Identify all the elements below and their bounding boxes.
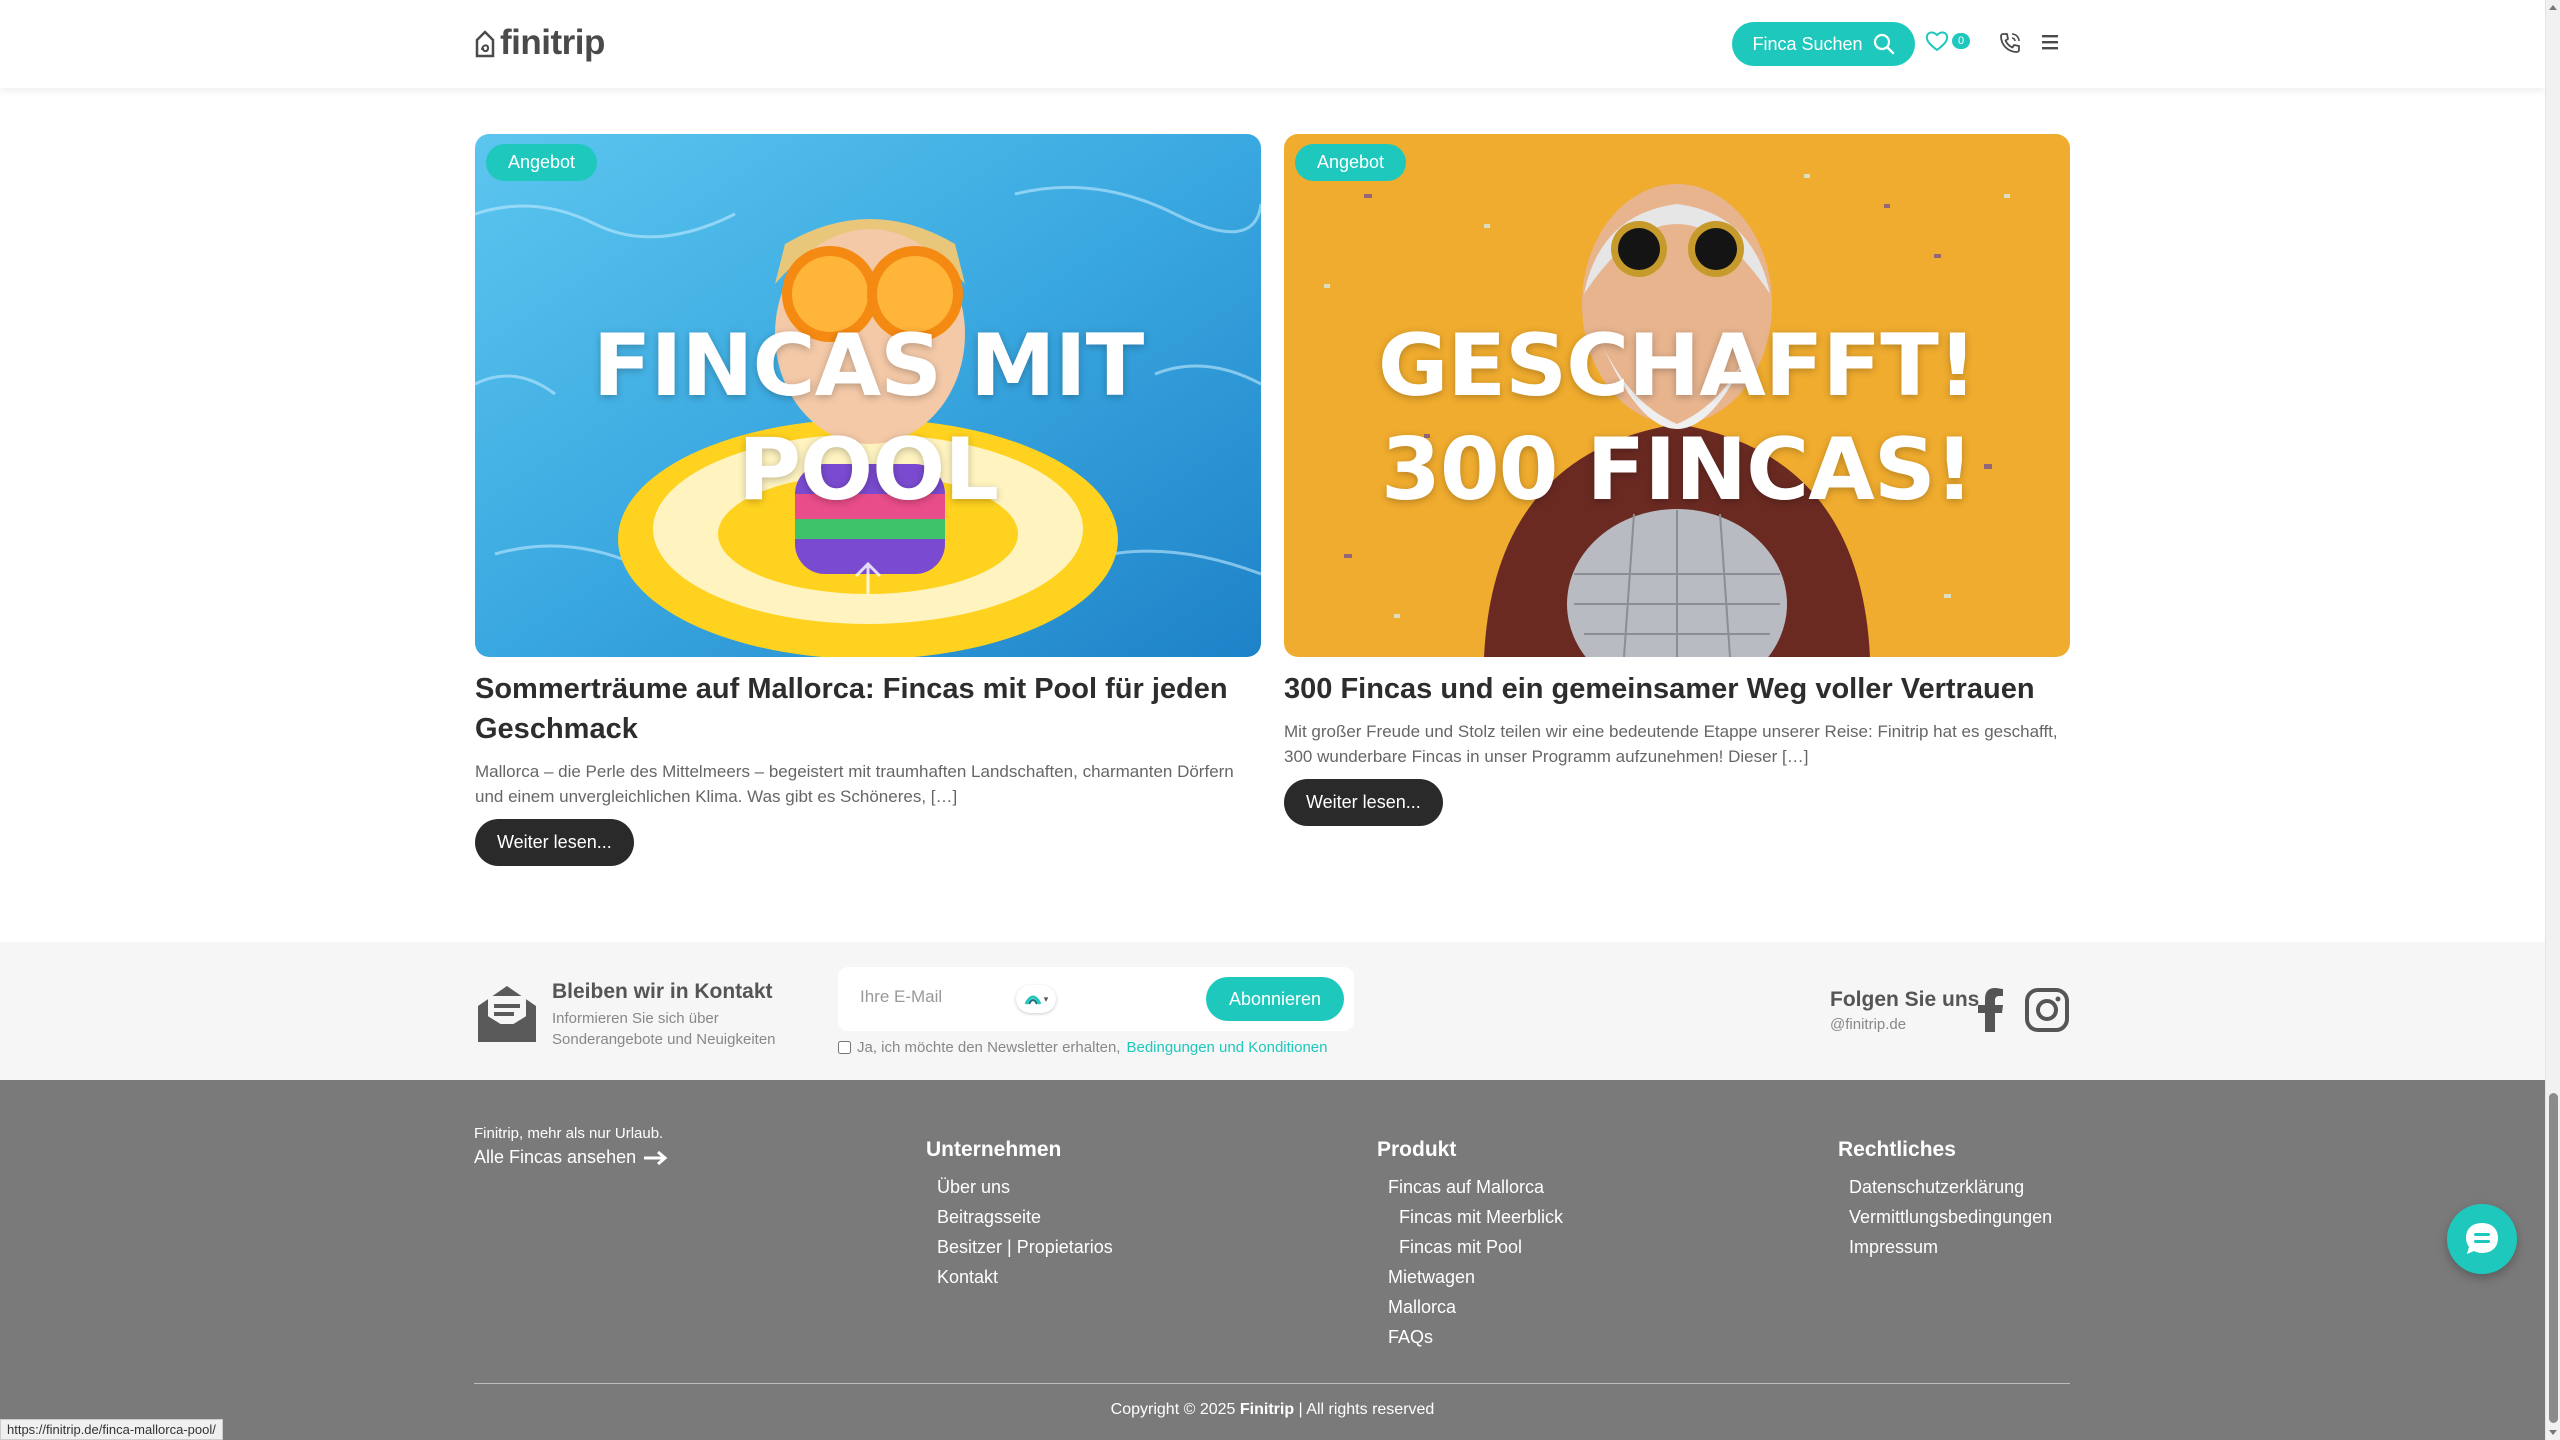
terms-link[interactable]: Bedingungen und Konditionen [1126, 1039, 1327, 1056]
status-bar-url: https://finitrip.de/finca-mallorca-pool/ [0, 1419, 223, 1440]
footer-link[interactable]: Datenschutzerklärung [1849, 1172, 2052, 1202]
footer-link[interactable]: Besitzer | Propietarios [937, 1232, 1113, 1262]
footer-link[interactable]: Kontakt [937, 1262, 1113, 1292]
footer-link[interactable]: Fincas mit Meerblick [1399, 1202, 1563, 1232]
site-footer: Finitrip, mehr als nur Urlaub. Alle Finc… [0, 1080, 2545, 1440]
copyright-brand: Finitrip [1239, 1401, 1295, 1418]
card-excerpt: Mallorca – die Perle des Mittelmeers – b… [475, 762, 1234, 806]
read-more-button[interactable]: Weiter lesen... [1284, 779, 1443, 826]
image-overlay-title-line: POOL [737, 420, 999, 520]
chevron-down-icon: ▾ [1043, 993, 1049, 1004]
card-excerpt: Mit großer Freude und Stolz teilen wir e… [1284, 722, 2058, 766]
logo-text: finitrip [500, 23, 605, 62]
card-title[interactable]: Sommerträume auf Mallorca: Fincas mit Po… [475, 669, 1261, 749]
logo[interactable]: finitrip [474, 22, 605, 64]
newsletter-consent: Ja, ich möchte den Newsletter erhalten, … [838, 1039, 1327, 1056]
newsletter-subtitle: Informieren Sie sich über Sonderangebote… [552, 1010, 776, 1048]
newsletter-title: Bleiben wir in Kontakt [552, 980, 773, 1003]
phone-button[interactable] [1998, 31, 2022, 60]
footer-divider [474, 1383, 2070, 1384]
footer-column-title: Produkt [1377, 1138, 1457, 1161]
logo-house-icon [475, 30, 495, 58]
card-title[interactable]: 300 Fincas und ein gemeinsamer Weg volle… [1284, 669, 2070, 709]
image-overlay-title-line: GESCHAFFT! [1377, 316, 1977, 416]
all-fincas-link[interactable]: Alle Fincas ansehen [474, 1147, 670, 1168]
favorites-count-badge: 0 [1952, 33, 1971, 49]
offer-badge: Angebot [1295, 144, 1407, 181]
card-image[interactable]: Angebot GESCHAFFT! 300 FINCAS! [1284, 134, 2070, 657]
finca-search-label: Finca Suchen [1752, 33, 1863, 54]
image-overlay-title: FINCAS MIT POOL [475, 314, 1261, 522]
finca-search-button[interactable]: Finca Suchen [1732, 22, 1915, 66]
image-overlay-title-line: FINCAS MIT [592, 316, 1145, 416]
scroll-thumb[interactable] [2549, 1093, 2558, 1423]
arrow-right-icon [644, 1150, 668, 1165]
card-image[interactable]: Angebot FINCAS MIT POOL [475, 134, 1261, 657]
captcha-icon [1024, 995, 1042, 1005]
image-overlay-title: GESCHAFFT! 300 FINCAS! [1284, 314, 2070, 522]
scrollbar[interactable] [2545, 0, 2560, 1440]
footer-tagline: Finitrip, mehr als nur Urlaub. [474, 1125, 664, 1142]
phone-icon [2000, 33, 2020, 53]
email-input[interactable]: Ihre E-Mail [860, 987, 942, 1007]
offer-badge: Angebot [486, 144, 598, 181]
captcha-widget[interactable]: ▾ [1016, 985, 1056, 1013]
blog-card: Angebot GESCHAFFT! 300 FINCAS! 300 Finca… [1284, 134, 2070, 826]
footer-column-rechtliches: Rechtliches Datenschutzerklärung Vermitt… [1838, 1138, 2052, 1262]
instagram-icon[interactable] [2025, 988, 2069, 1037]
newsletter-form: Ihre E-Mail ▾ Abonnieren [838, 967, 1354, 1031]
menu-icon [2042, 35, 2058, 50]
consent-checkbox[interactable] [838, 1041, 851, 1054]
footer-link[interactable]: Impressum [1849, 1232, 2052, 1262]
read-more-button[interactable]: Weiter lesen... [475, 819, 634, 866]
social-handle: @finitrip.de [1830, 1016, 1907, 1033]
scroll-up-arrow-icon[interactable] [2549, 5, 2557, 10]
copyright: Copyright © 2025 Finitrip | All rights r… [0, 1401, 2545, 1419]
footer-link[interactable]: Mietwagen [1388, 1262, 1563, 1292]
image-overlay-title-line: 300 FINCAS! [1380, 420, 1974, 520]
all-fincas-label: Alle Fincas ansehen [474, 1147, 637, 1167]
page: finitrip Finca Suchen 0 Angebot FINCAS M… [0, 0, 2545, 1440]
facebook-icon[interactable] [1976, 988, 2006, 1037]
menu-button[interactable] [2041, 33, 2059, 56]
footer-link[interactable]: Über uns [937, 1172, 1113, 1202]
footer-link[interactable]: FAQs [1388, 1322, 1563, 1352]
scroll-down-arrow-icon[interactable] [2549, 1430, 2557, 1435]
newsletter-section: Bleiben wir in Kontakt Informieren Sie s… [0, 942, 2545, 1080]
footer-column-produkt: Produkt Fincas auf Mallorca Fincas mit M… [1377, 1138, 1563, 1352]
chat-bubble-icon [2466, 1223, 2498, 1254]
heart-icon [1925, 31, 1949, 52]
follow-title: Folgen Sie uns [1830, 988, 1980, 1011]
copyright-prefix: Copyright © 2025 [1110, 1401, 1236, 1418]
search-icon [1873, 33, 1894, 55]
footer-link[interactable]: Fincas mit Pool [1399, 1232, 1563, 1262]
blog-card: Angebot FINCAS MIT POOL Sommerträume auf… [475, 134, 1261, 866]
site-header: finitrip Finca Suchen 0 [0, 0, 2545, 88]
subscribe-button[interactable]: Abonnieren [1206, 977, 1344, 1021]
footer-column-title: Unternehmen [926, 1138, 1062, 1161]
footer-link[interactable]: Beitragsseite [937, 1202, 1113, 1232]
footer-link[interactable]: Mallorca [1388, 1292, 1563, 1322]
consent-text: Ja, ich möchte den Newsletter erhalten, [857, 1039, 1121, 1056]
footer-column-unternehmen: Unternehmen Über uns Beitragsseite Besit… [926, 1138, 1113, 1292]
envelope-icon [474, 980, 540, 1051]
chat-button[interactable] [2447, 1204, 2517, 1274]
copyright-suffix: | All rights reserved [1298, 1401, 1435, 1418]
footer-column-title: Rechtliches [1838, 1138, 1956, 1161]
favorites-button[interactable]: 0 [1925, 30, 1971, 52]
footer-link[interactable]: Vermittlungsbedingungen [1849, 1202, 2052, 1232]
social-follow: Folgen Sie uns @finitrip.de [1830, 988, 1979, 1033]
footer-link[interactable]: Fincas auf Mallorca [1388, 1172, 1563, 1202]
